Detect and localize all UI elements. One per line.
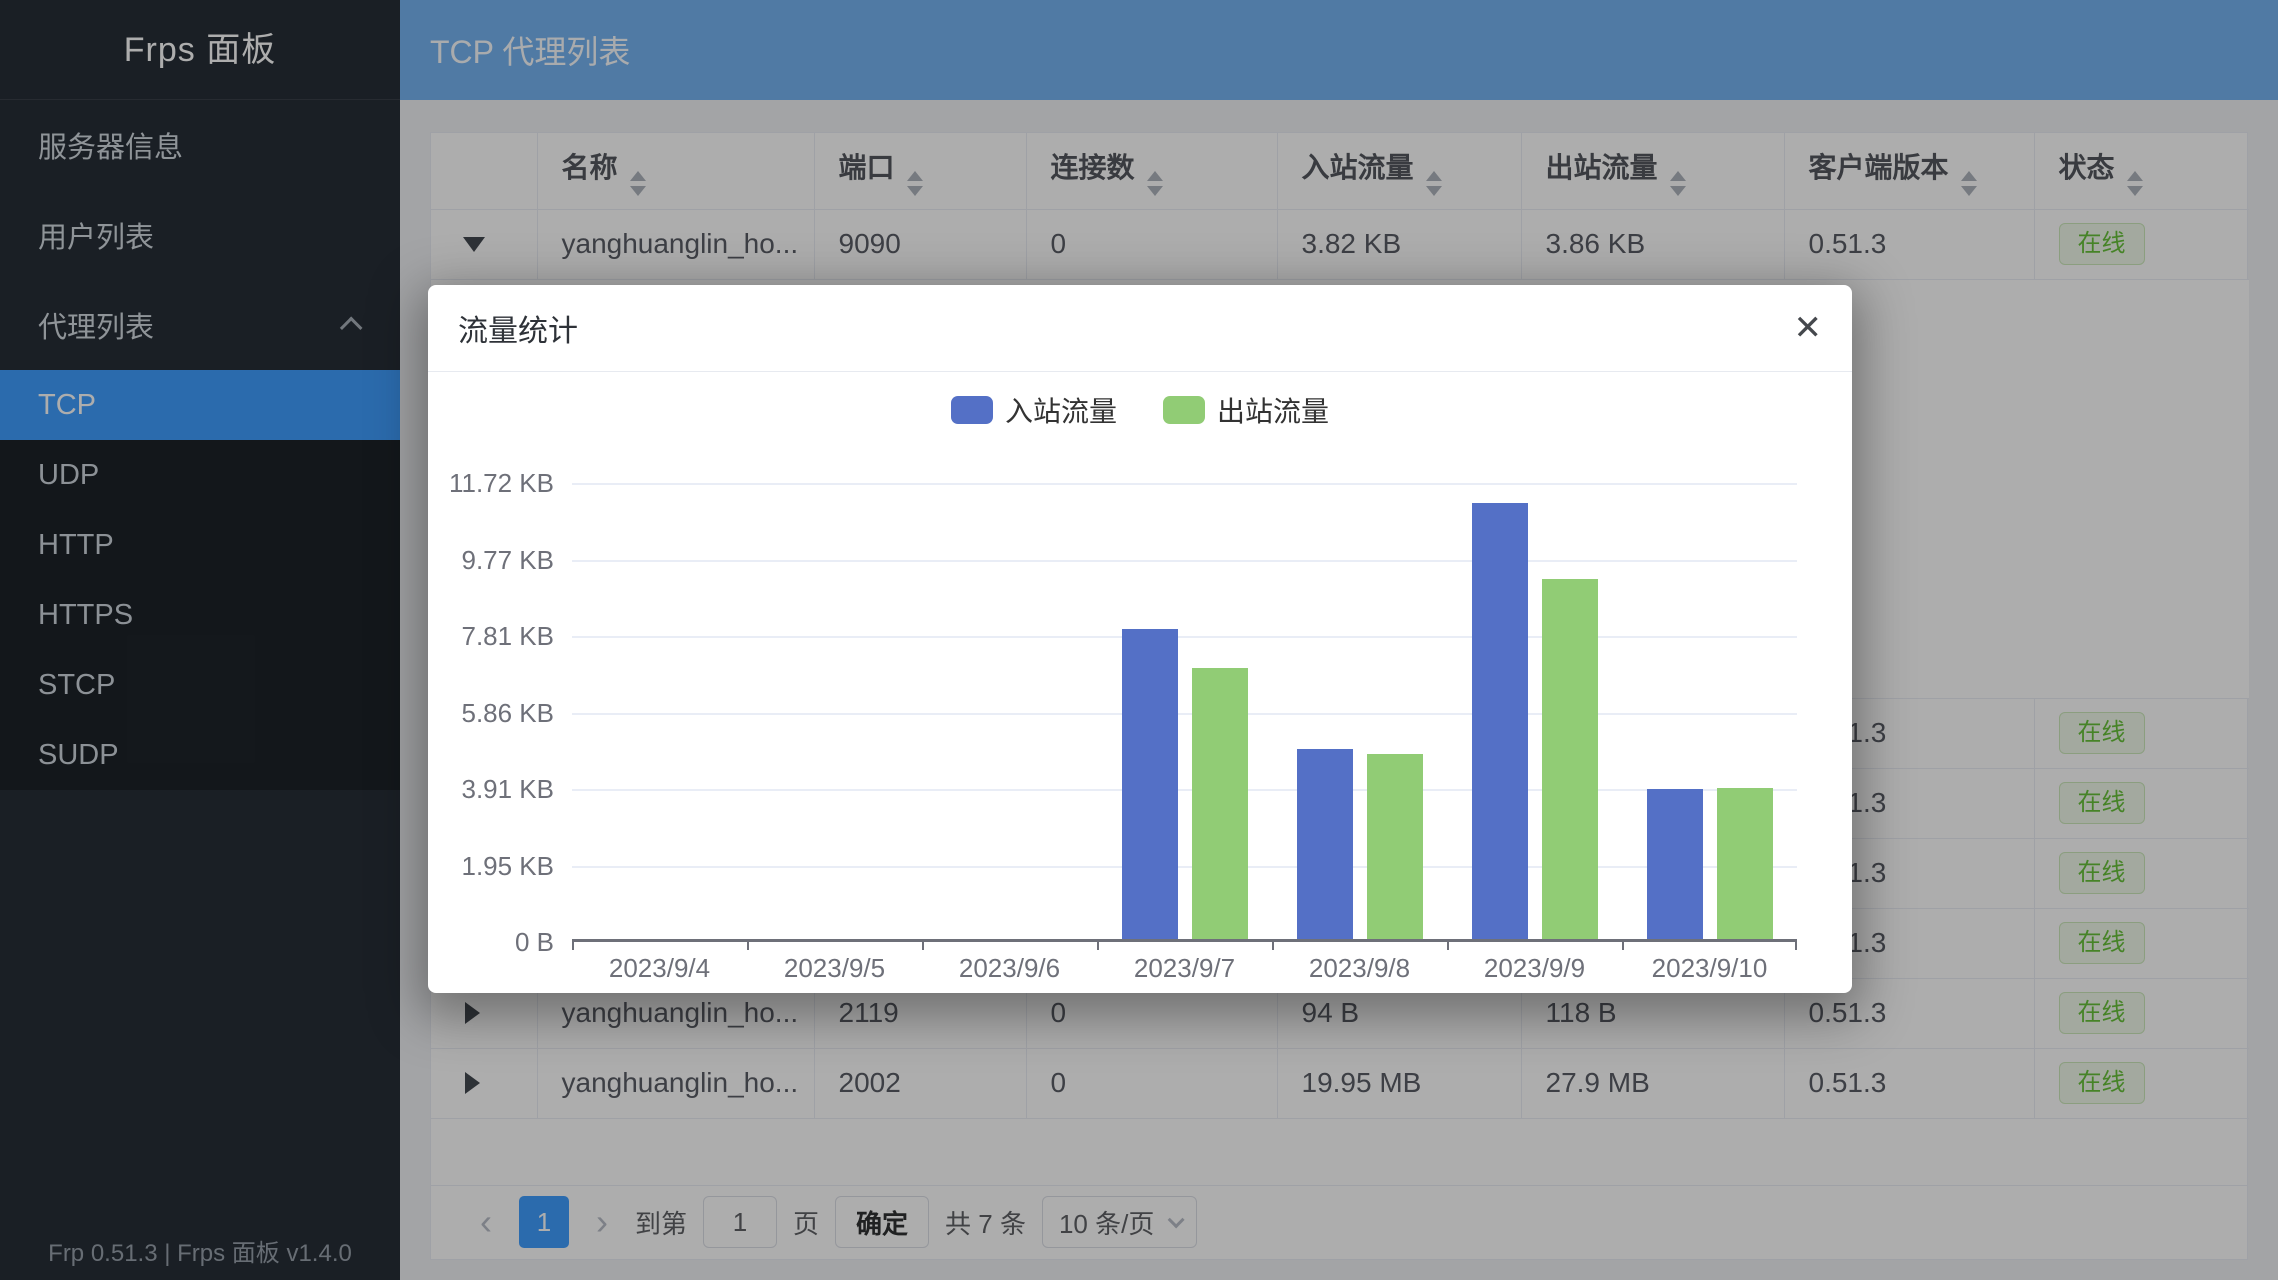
chart-gridline — [572, 789, 1797, 791]
x-axis-tick-label: 2023/9/7 — [1097, 953, 1272, 984]
x-axis-tick-label: 2023/9/5 — [747, 953, 922, 984]
chart-plot-area: 2023/9/42023/9/52023/9/62023/9/72023/9/8… — [572, 483, 1797, 942]
x-axis-tick-label: 2023/9/9 — [1447, 953, 1622, 984]
y-axis-tick-label: 9.77 KB — [428, 544, 554, 576]
bar-出站流量-2023/9/9 — [1542, 579, 1598, 939]
x-axis-tick-label: 2023/9/6 — [922, 953, 1097, 984]
x-axis-tick-mark — [747, 939, 749, 950]
bar-出站流量-2023/9/10 — [1717, 788, 1773, 939]
x-axis-tick-mark — [1272, 939, 1274, 950]
x-axis-tick-label: 2023/9/10 — [1622, 953, 1797, 984]
bar-入站流量-2023/9/8 — [1297, 749, 1353, 939]
chart-gridline — [572, 483, 1797, 485]
bar-出站流量-2023/9/7 — [1192, 668, 1248, 939]
x-axis-tick-mark — [1622, 939, 1624, 950]
x-axis-tick-mark — [922, 939, 924, 950]
chart-y-axis-labels: 0 B1.95 KB3.91 KB5.86 KB7.81 KB9.77 KB11… — [428, 483, 554, 942]
bar-入站流量-2023/9/7 — [1122, 629, 1178, 939]
x-axis-tick-mark — [1795, 939, 1797, 950]
x-axis-tick-label: 2023/9/4 — [572, 953, 747, 984]
chart-gridline — [572, 713, 1797, 715]
y-axis-tick-label: 5.86 KB — [428, 697, 554, 729]
y-axis-tick-label: 1.95 KB — [428, 850, 554, 882]
bar-入站流量-2023/9/10 — [1647, 789, 1703, 939]
y-axis-tick-label: 11.72 KB — [428, 467, 554, 499]
traffic-stats-modal: 流量统计 ✕ 入站流量出站流量 2023/9/42023/9/52023/9/6… — [428, 285, 1852, 993]
chart-gridline — [572, 560, 1797, 562]
y-axis-tick-label: 7.81 KB — [428, 620, 554, 652]
chart-gridline — [572, 636, 1797, 638]
y-axis-tick-label: 3.91 KB — [428, 773, 554, 805]
x-axis-tick-mark — [572, 939, 574, 950]
y-axis-tick-label: 0 B — [428, 926, 554, 958]
traffic-bar-chart: 2023/9/42023/9/52023/9/62023/9/72023/9/8… — [428, 285, 1852, 993]
x-axis-tick-mark — [1447, 939, 1449, 950]
bar-入站流量-2023/9/9 — [1472, 503, 1528, 939]
x-axis-tick-label: 2023/9/8 — [1272, 953, 1447, 984]
bar-出站流量-2023/9/8 — [1367, 754, 1423, 939]
chart-gridline — [572, 866, 1797, 868]
x-axis-tick-mark — [1097, 939, 1099, 950]
